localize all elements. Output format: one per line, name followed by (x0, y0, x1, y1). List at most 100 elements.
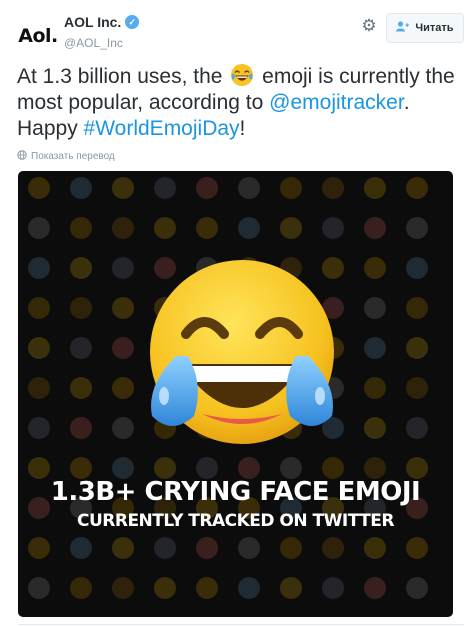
avatar-logo-text: Aol. (18, 25, 58, 47)
tweet: Aol. AOL Inc. ✓ @AOL_Inc ⚙ Читать At 1.3… (0, 0, 473, 626)
background-emoji-icon (322, 537, 344, 559)
avatar[interactable]: Aol. (18, 16, 58, 56)
background-emoji-icon (364, 537, 386, 559)
background-emoji-icon (70, 417, 92, 439)
background-emoji-icon (196, 177, 218, 199)
background-emoji-icon (196, 577, 218, 599)
tweet-text: At 1.3 billion uses, the emoji is curren… (17, 63, 462, 142)
background-emoji-icon (112, 217, 134, 239)
background-emoji-icon (112, 457, 134, 479)
display-name-row[interactable]: AOL Inc. ✓ (64, 14, 140, 30)
background-emoji-icon (154, 177, 176, 199)
background-emoji-icon (70, 377, 92, 399)
background-emoji-icon (28, 457, 50, 479)
tweet-text-part: ! (239, 117, 246, 140)
follow-button[interactable]: Читать (386, 13, 464, 43)
background-emoji-icon (154, 537, 176, 559)
display-name[interactable]: AOL Inc. (64, 14, 121, 30)
background-emoji-icon (70, 337, 92, 359)
translate-link[interactable]: Показать перевод (17, 150, 115, 163)
background-emoji-icon (28, 297, 50, 319)
background-emoji-icon (112, 257, 134, 279)
background-emoji-icon (196, 457, 218, 479)
background-emoji-icon (70, 217, 92, 239)
background-emoji-icon (322, 457, 344, 479)
background-emoji-icon (70, 457, 92, 479)
background-emoji-icon (280, 217, 302, 239)
background-emoji-icon (154, 457, 176, 479)
headline-line-2: CURRENTLY TRACKED ON TWITTER (76, 511, 395, 531)
background-emoji-icon (406, 537, 428, 559)
follow-label: Читать (415, 22, 454, 34)
background-emoji-icon (238, 457, 260, 479)
background-emoji-icon (28, 337, 50, 359)
background-emoji-icon (154, 217, 176, 239)
background-emoji-icon (112, 177, 134, 199)
background-emoji-icon (322, 577, 344, 599)
background-emoji-icon (28, 257, 50, 279)
background-emoji-icon (70, 577, 92, 599)
hashtag-link[interactable]: #WorldEmojiDay (84, 117, 240, 140)
tweet-text-part: Happy (17, 117, 78, 140)
background-emoji-icon (364, 417, 386, 439)
media-image[interactable]: 1.3B+ CRYING FACE EMOJI CURRENTLY TRACKE… (18, 171, 453, 617)
background-emoji-icon (406, 417, 428, 439)
divider (18, 624, 464, 625)
background-emoji-icon (70, 177, 92, 199)
tweet-text-part: At 1.3 billion uses, the (17, 65, 223, 88)
background-emoji-icon (364, 457, 386, 479)
background-emoji-icon (406, 577, 428, 599)
background-emoji-icon (406, 217, 428, 239)
background-emoji-icon (238, 177, 260, 199)
background-emoji-icon (238, 577, 260, 599)
background-emoji-icon (112, 377, 134, 399)
background-emoji-icon (70, 297, 92, 319)
background-emoji-icon (28, 537, 50, 559)
handle[interactable]: @AOL_Inc (64, 36, 139, 50)
background-emoji-icon (364, 297, 386, 319)
translate-label: Показать перевод (31, 151, 115, 162)
background-emoji-icon (70, 537, 92, 559)
background-emoji-icon (280, 177, 302, 199)
background-emoji-icon (28, 177, 50, 199)
crying-laughing-face-icon (150, 260, 334, 444)
background-emoji-icon (406, 177, 428, 199)
background-emoji-icon (280, 457, 302, 479)
background-emoji-icon (364, 257, 386, 279)
gear-icon[interactable]: ⚙ (359, 16, 379, 36)
background-emoji-icon (364, 337, 386, 359)
background-emoji-icon (280, 577, 302, 599)
background-emoji-icon (154, 577, 176, 599)
background-emoji-icon (364, 577, 386, 599)
globe-icon (17, 150, 27, 163)
background-emoji-icon (406, 457, 428, 479)
background-emoji-icon (406, 257, 428, 279)
background-emoji-icon (406, 297, 428, 319)
background-emoji-icon (280, 537, 302, 559)
background-emoji-icon (364, 377, 386, 399)
background-emoji-icon (28, 217, 50, 239)
background-emoji-icon (112, 337, 134, 359)
verified-badge-icon: ✓ (125, 15, 140, 29)
tweet-text-part: . (403, 91, 410, 114)
background-emoji-icon (322, 177, 344, 199)
tears-of-joy-emoji-icon (231, 63, 254, 87)
background-emoji-icon (196, 537, 218, 559)
background-emoji-icon (112, 537, 134, 559)
background-emoji-icon (70, 257, 92, 279)
background-emoji-icon (112, 577, 134, 599)
background-emoji-icon (28, 377, 50, 399)
background-emoji-icon (406, 377, 428, 399)
background-emoji-icon (112, 297, 134, 319)
background-emoji-icon (28, 577, 50, 599)
background-emoji-icon (364, 177, 386, 199)
background-emoji-icon (112, 417, 134, 439)
add-user-icon (396, 21, 410, 35)
background-emoji-icon (364, 217, 386, 239)
mention-link[interactable]: @emojitracker (269, 91, 404, 114)
background-emoji-icon (238, 537, 260, 559)
background-emoji-icon (28, 417, 50, 439)
background-emoji-icon (322, 217, 344, 239)
author-block[interactable]: AOL Inc. ✓ @AOL_Inc (64, 14, 140, 50)
background-emoji-icon (406, 337, 428, 359)
